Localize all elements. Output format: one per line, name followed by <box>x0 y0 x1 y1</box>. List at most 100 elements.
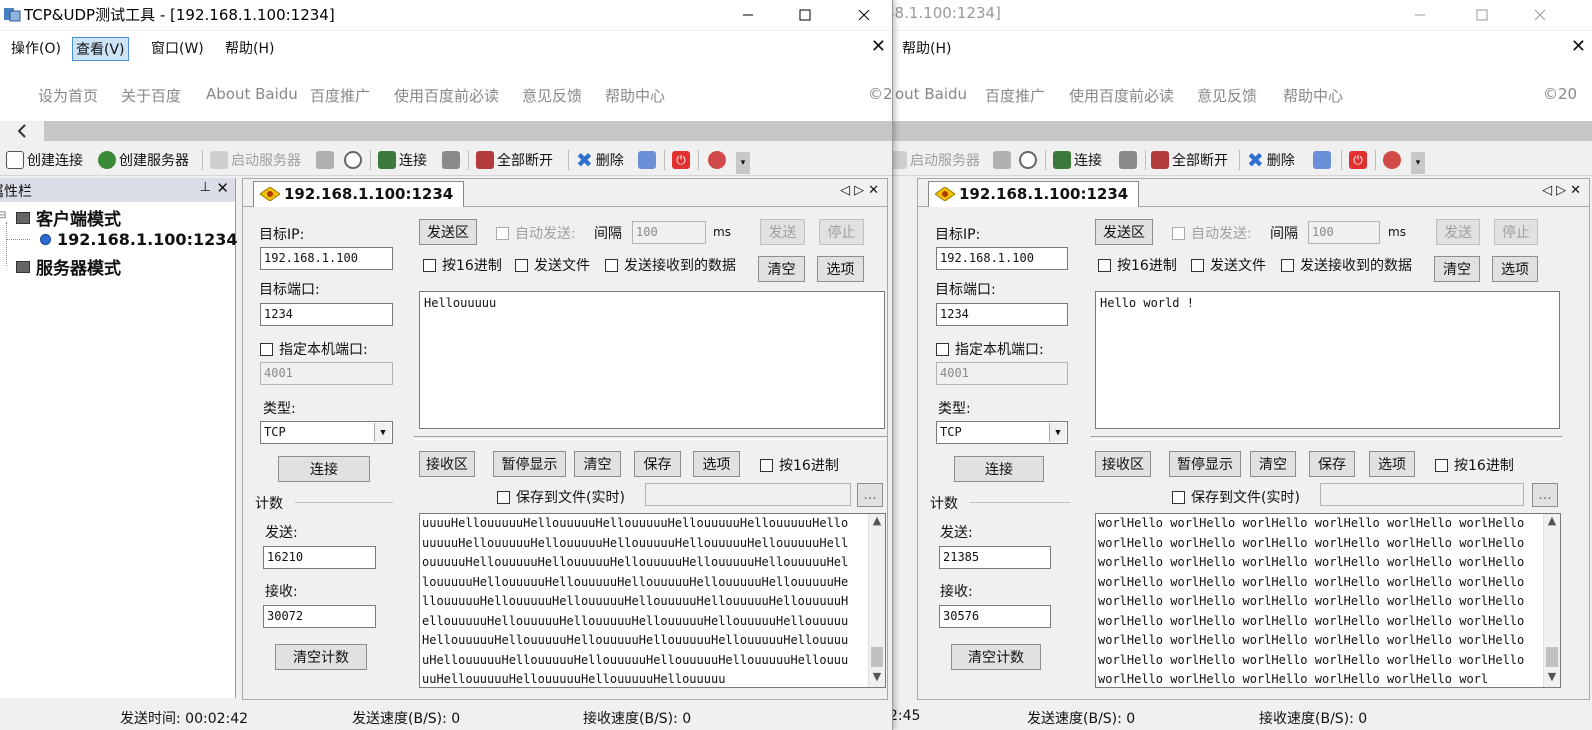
recv-textarea[interactable]: worlHello worlHello worlHello worlHello … <box>1095 513 1561 688</box>
minimize-button[interactable] <box>1391 0 1449 30</box>
send-area-button[interactable]: 发送区 <box>419 219 477 245</box>
tab-nav[interactable]: ◁▷✕ <box>1542 183 1585 198</box>
baidu-link[interactable]: out Baidu <box>895 85 967 103</box>
type-select[interactable]: TCP ▼ <box>936 421 1068 444</box>
toolbar-overflow-button[interactable]: ▾ <box>736 152 750 174</box>
menu-help[interactable]: 帮助(H) <box>222 37 277 59</box>
save-to-file-checkbox[interactable]: 保存到文件(实时) <box>497 487 625 507</box>
send-clear-button[interactable]: 清空 <box>1434 256 1480 282</box>
menu-help[interactable]: 帮助(H) <box>899 37 954 59</box>
local-port-checkbox[interactable]: 指定本机端口: <box>936 339 1044 359</box>
baidu-link[interactable]: 关于百度 <box>121 85 181 106</box>
exit-button[interactable]: ⏻ <box>672 149 690 171</box>
tree-server-mode[interactable]: 服务器模式 <box>16 254 121 279</box>
connect-button[interactable]: 连接 <box>378 149 427 171</box>
menu-view[interactable]: 查看(V) <box>72 37 129 61</box>
local-port-checkbox[interactable]: 指定本机端口: <box>260 339 368 359</box>
save-path-input[interactable] <box>1320 483 1524 506</box>
menu-operate[interactable]: 操作(O) <box>8 37 64 59</box>
tab-session[interactable]: 192.168.1.100:1234 <box>253 181 465 207</box>
auto-send-checkbox[interactable]: 自动发送: <box>1172 223 1252 243</box>
send-file-checkbox[interactable]: 发送文件 <box>515 255 590 275</box>
toolbar-overflow-button[interactable]: ▾ <box>1411 152 1425 174</box>
stop-button[interactable] <box>1019 149 1037 171</box>
baidu-link[interactable]: 帮助中心 <box>605 85 665 106</box>
send-hex-checkbox[interactable]: 按16进制 <box>423 255 502 275</box>
local-port-input[interactable]: 4001 <box>260 362 393 385</box>
save-to-file-checkbox[interactable]: 保存到文件(实时) <box>1172 487 1300 507</box>
recv-scrollbar[interactable]: ▲ ▼ <box>1543 514 1560 687</box>
splitter[interactable] <box>1090 436 1562 440</box>
stop-button[interactable] <box>344 149 362 171</box>
close-doc-icon[interactable]: ✕ <box>871 36 886 57</box>
recv-area-button[interactable]: 接收区 <box>1095 451 1151 477</box>
recv-clear-button[interactable]: 清空 <box>1250 451 1296 477</box>
interval-input[interactable]: 100 <box>1308 221 1380 244</box>
close-button[interactable] <box>1511 0 1569 30</box>
stop-button[interactable]: 停止 <box>1494 219 1538 245</box>
recv-scrollbar[interactable]: ▲ ▼ <box>868 514 885 687</box>
batch-button[interactable] <box>1313 149 1331 171</box>
local-port-input[interactable]: 4001 <box>936 362 1068 385</box>
baidu-link[interactable]: 百度推广 <box>310 85 370 106</box>
batch-button[interactable] <box>638 149 656 171</box>
tree-client-mode[interactable]: 客户端模式 <box>16 205 121 230</box>
tab-nav[interactable]: ◁▷✕ <box>840 183 883 198</box>
target-port-input[interactable]: 1234 <box>260 303 393 326</box>
send-button[interactable]: 发送 <box>760 219 805 245</box>
connect-button[interactable]: 连接 <box>1053 149 1102 171</box>
clear-count-button[interactable]: 清空计数 <box>275 644 367 670</box>
baidu-link[interactable]: 意见反馈 <box>1197 85 1257 106</box>
chevron-down-icon[interactable]: ▼ <box>869 670 885 687</box>
connect-button[interactable]: 连接 <box>954 456 1044 482</box>
pause-display-button[interactable]: 暂停显示 <box>1169 451 1241 477</box>
browse-button[interactable]: ... <box>1532 483 1558 507</box>
connect-button[interactable]: 连接 <box>278 456 370 482</box>
recv-save-button[interactable]: 保存 <box>1309 451 1355 477</box>
baidu-link[interactable]: 意见反馈 <box>522 85 582 106</box>
chevron-up-icon[interactable]: ▲ <box>1544 514 1560 531</box>
auto-send-checkbox[interactable]: 自动发送: <box>496 223 576 243</box>
start-server-button[interactable]: 启动服务器 <box>210 149 301 171</box>
props-button[interactable] <box>316 149 334 171</box>
tab-session[interactable]: 192.168.1.100:1234 <box>928 181 1140 207</box>
target-ip-input[interactable]: 192.168.1.100 <box>936 247 1068 270</box>
tools-button[interactable] <box>708 149 726 171</box>
target-port-input[interactable]: 1234 <box>936 303 1068 326</box>
recv-textarea[interactable]: uuuuHellouuuuuHellouuuuuHellouuuuuHellou… <box>419 513 886 688</box>
recv-hex-checkbox[interactable]: 按16进制 <box>760 455 839 475</box>
send-received-checkbox[interactable]: 发送接收到的数据 <box>1281 255 1412 275</box>
chevron-down-icon[interactable]: ▼ <box>1544 670 1560 687</box>
baidu-link[interactable]: About Baidu <box>206 85 298 103</box>
start-server-button[interactable]: 启动服务器 <box>893 149 980 171</box>
send-file-checkbox[interactable]: 发送文件 <box>1191 255 1266 275</box>
close-button[interactable] <box>835 0 892 30</box>
exit-button[interactable]: ⏻ <box>1349 149 1367 171</box>
scroll-thumb[interactable] <box>871 647 883 667</box>
props-button[interactable] <box>993 149 1011 171</box>
disconnect-all-button[interactable]: 全部断开 <box>476 149 553 171</box>
chevron-left-icon[interactable] <box>0 121 44 141</box>
interval-input[interactable]: 100 <box>632 221 706 244</box>
recv-hex-checkbox[interactable]: 按16进制 <box>1435 455 1514 475</box>
maximize-button[interactable] <box>776 0 834 30</box>
send-clear-button[interactable]: 清空 <box>758 256 805 282</box>
delete-button[interactable]: ✖ 删除 <box>576 149 624 171</box>
create-connection-button[interactable]: 创建连接 <box>6 149 83 171</box>
chevron-up-icon[interactable]: ▲ <box>869 514 885 531</box>
disconnect-button[interactable] <box>1119 149 1137 171</box>
type-select[interactable]: TCP ▼ <box>260 421 393 444</box>
send-hex-checkbox[interactable]: 按16进制 <box>1098 255 1177 275</box>
baidu-link[interactable]: 设为首页 <box>38 85 98 106</box>
splitter[interactable] <box>414 436 887 440</box>
baidu-link[interactable]: 使用百度前必读 <box>394 85 499 106</box>
menu-window[interactable]: 窗口(W) <box>148 37 207 59</box>
tree-client-item[interactable]: 192.168.1.100:1234 <box>40 230 238 249</box>
send-textarea[interactable]: Hellouuuuu <box>419 291 885 429</box>
target-ip-input[interactable]: 192.168.1.100 <box>260 247 393 270</box>
scroll-thumb[interactable] <box>1546 647 1558 667</box>
tools-button[interactable] <box>1383 149 1401 171</box>
create-server-button[interactable]: 创建服务器 <box>98 149 189 171</box>
recv-save-button[interactable]: 保存 <box>634 451 681 477</box>
disconnect-all-button[interactable]: 全部断开 <box>1151 149 1228 171</box>
